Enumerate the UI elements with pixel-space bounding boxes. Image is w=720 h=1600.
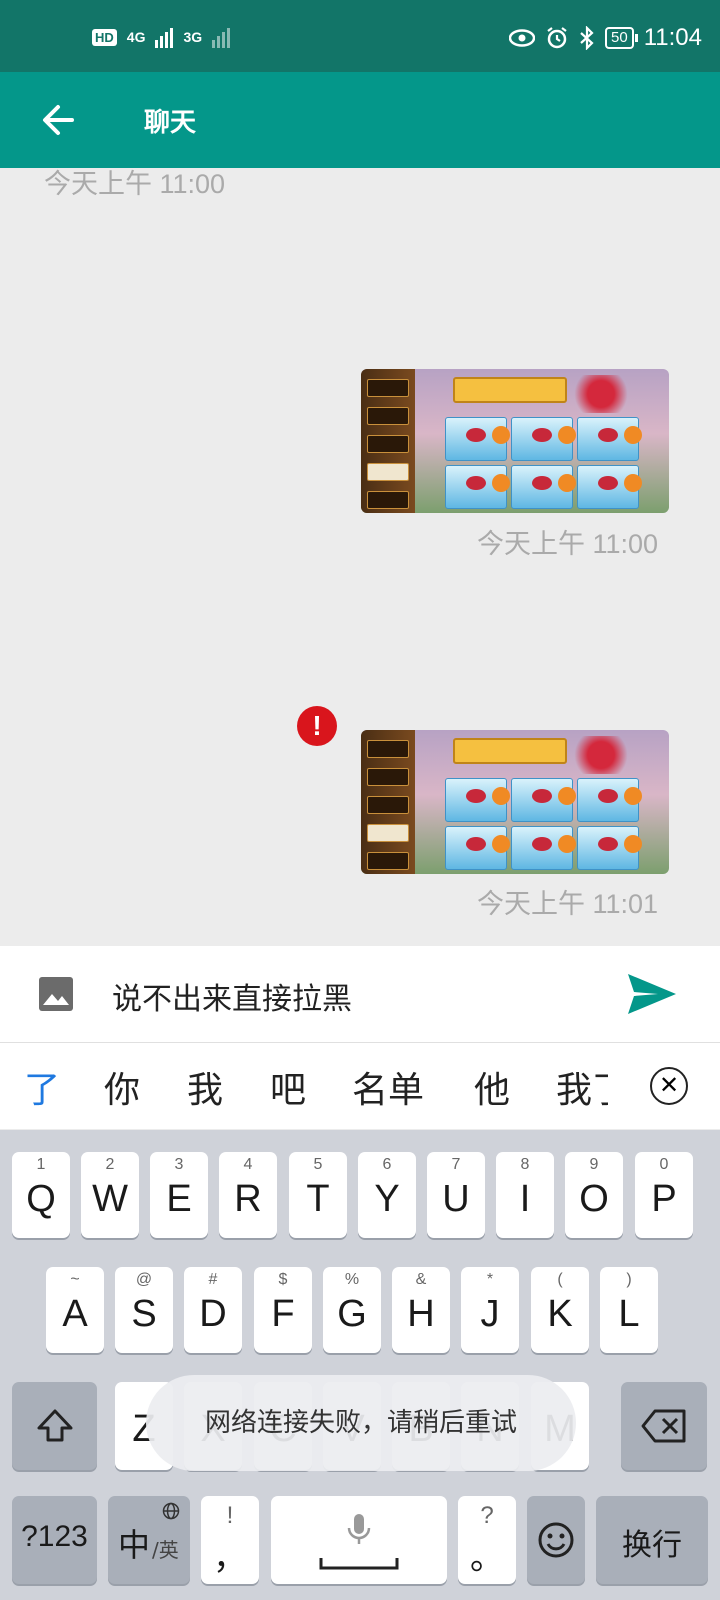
network-error-toast: 网络连接失败，请稍后重试: [146, 1375, 576, 1471]
app-bar: 聊天: [0, 72, 720, 168]
emoji-key[interactable]: [527, 1496, 585, 1584]
status-bar: HD 4G 3G 50 11:04: [0, 0, 720, 72]
candidate[interactable]: 了: [24, 1061, 60, 1113]
shift-key[interactable]: [12, 1382, 97, 1470]
game-menu-sidebar: [361, 369, 415, 513]
candidate[interactable]: 我了: [556, 1061, 608, 1113]
hd-badge: HD: [92, 28, 117, 46]
key-d[interactable]: # D: [184, 1267, 242, 1353]
item-tile: [577, 417, 642, 461]
send-failed-icon[interactable]: !: [297, 706, 337, 746]
space-key[interactable]: [271, 1496, 447, 1584]
game-menu-sidebar: [361, 730, 415, 874]
signal-strength-icon-2: [212, 26, 231, 48]
page-title: 聊天: [144, 108, 197, 138]
language-switch-key[interactable]: 中 /英: [108, 1496, 190, 1584]
emoji-icon: [538, 1522, 574, 1558]
item-grid: [445, 778, 642, 870]
key-r[interactable]: 4R: [219, 1152, 277, 1238]
key-u[interactable]: 7U: [427, 1152, 485, 1238]
chat-area[interactable]: 今天上午 11:00 今天上午 11:00 ! 今天上午 11:01: [0, 168, 720, 946]
key-y[interactable]: 6Y: [358, 1152, 416, 1238]
image-icon[interactable]: [38, 976, 74, 1012]
item-tile: [577, 465, 642, 509]
eye-icon: [509, 29, 536, 47]
lang-key-sub: /英: [152, 1538, 179, 1562]
key-g[interactable]: % G: [323, 1267, 381, 1353]
key-j[interactable]: * J: [461, 1267, 519, 1353]
candidate[interactable]: 吧: [270, 1061, 306, 1113]
candidate[interactable]: 你: [104, 1061, 140, 1113]
item-tile: [445, 778, 510, 822]
candidate[interactable]: 我: [187, 1061, 223, 1113]
close-candidates-icon[interactable]: ✕: [650, 1067, 688, 1105]
key-q[interactable]: 1Q: [12, 1152, 70, 1238]
item-tile: [445, 417, 510, 461]
input-bar: 说不出来直接拉黑: [0, 946, 720, 1043]
sim1-network-label: 4G: [126, 29, 146, 45]
key-e[interactable]: 3E: [150, 1152, 208, 1238]
message-input[interactable]: 说不出来直接拉黑: [112, 974, 352, 1018]
image-message[interactable]: [361, 730, 669, 874]
alarm-icon: [547, 27, 567, 49]
microphone-icon: [347, 1514, 371, 1544]
key-a[interactable]: ~ A: [46, 1267, 104, 1353]
key-i[interactable]: 8I: [496, 1152, 554, 1238]
battery-icon: 50: [605, 27, 638, 49]
key-f[interactable]: $ F: [254, 1267, 312, 1353]
signal-area: HD 4G 3G: [92, 26, 231, 48]
globe-icon: [162, 1502, 180, 1520]
petal-decoration: [561, 375, 641, 413]
numbers-key[interactable]: ?123: [12, 1496, 97, 1584]
sim2-network-label: 3G: [183, 29, 203, 45]
period-key[interactable]: ?。: [458, 1496, 516, 1584]
item-grid: [445, 417, 642, 509]
send-icon[interactable]: [626, 972, 678, 1016]
game-banner: [453, 738, 567, 764]
key-w[interactable]: 2W: [81, 1152, 139, 1238]
item-tile: [445, 465, 510, 509]
comma-key[interactable]: !，: [201, 1496, 259, 1584]
candidate[interactable]: 名单: [352, 1061, 424, 1113]
key-h[interactable]: & H: [392, 1267, 450, 1353]
key-s[interactable]: @ S: [115, 1267, 173, 1353]
space-bar-icon: [319, 1558, 399, 1570]
key-k[interactable]: (K: [531, 1267, 589, 1353]
key-l[interactable]: ) L: [600, 1267, 658, 1353]
item-tile: [511, 778, 576, 822]
item-tile: [577, 778, 642, 822]
game-banner: [453, 377, 567, 403]
signal-strength-icon: [155, 26, 174, 48]
bluetooth-icon: [580, 26, 594, 50]
backspace-icon: [641, 1409, 686, 1443]
item-tile: [511, 465, 576, 509]
candidate[interactable]: 他: [474, 1061, 510, 1113]
key-p[interactable]: 0P: [635, 1152, 693, 1238]
back-arrow-icon[interactable]: [38, 100, 78, 140]
message-timestamp: 今天上午 11:01: [477, 889, 659, 919]
key-t[interactable]: 5T: [289, 1152, 347, 1238]
enter-key[interactable]: 换行: [596, 1496, 708, 1584]
item-tile: [577, 826, 642, 870]
lang-key-main: 中: [118, 1526, 151, 1564]
status-icons: 50 11:04: [509, 24, 702, 52]
message-timestamp: 今天上午 11:00: [44, 169, 226, 199]
key-o[interactable]: 9O: [565, 1152, 623, 1238]
petal-decoration: [561, 736, 641, 774]
item-tile: [445, 826, 510, 870]
message-timestamp: 今天上午 11:00: [477, 529, 659, 559]
clock: 11:04: [643, 24, 702, 51]
backspace-key[interactable]: [621, 1382, 707, 1470]
ime-candidate-bar: 了 你 我 吧 名单 他 我了 ✕: [0, 1043, 720, 1129]
image-message[interactable]: [361, 369, 669, 513]
shift-icon: [37, 1409, 72, 1442]
item-tile: [511, 417, 576, 461]
item-tile: [511, 826, 576, 870]
